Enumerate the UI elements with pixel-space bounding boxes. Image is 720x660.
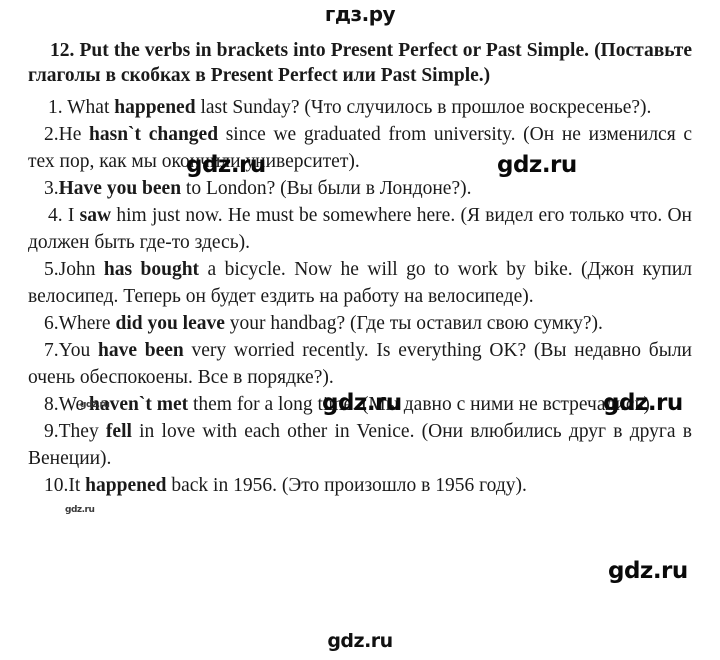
item-text-pre: I: [67, 205, 80, 226]
item-number: 6.: [44, 313, 59, 334]
item-text-pre: John: [58, 259, 104, 280]
item-number: 5.: [44, 259, 59, 280]
item-number: 1.: [48, 97, 63, 118]
answer-item-2: 2.He hasn`t changed since we graduated f…: [28, 121, 692, 175]
answer-item-5: 5.John has bought a bicycle. Now he will…: [28, 256, 692, 310]
item-answer: happened: [114, 97, 196, 118]
answer-item-1: 1. What happened last Sunday? (Что случи…: [28, 94, 692, 121]
exercise-title: 12. Put the verbs in brackets into Prese…: [28, 38, 692, 88]
item-text-post: back in 1956. (Это произошло в 1956 году…: [166, 475, 527, 496]
item-text-pre: He: [58, 124, 90, 145]
item-text-pre: They: [58, 421, 106, 442]
item-text-post: your handbag? (Где ты оставил свою сумку…: [224, 313, 603, 334]
item-number: 7.: [44, 340, 59, 361]
answer-item-3: 3.Have you been to London? (Вы были в Ло…: [28, 175, 692, 202]
item-answer: happened: [85, 475, 167, 496]
item-answer: saw: [79, 205, 112, 226]
item-answer: has bought: [103, 259, 200, 280]
site-logo-top: гдз.ру: [324, 2, 396, 26]
answer-item-4: 4. I saw him just now. He must be somewh…: [28, 202, 692, 256]
item-text-pre: What: [67, 97, 115, 118]
answer-item-10: 10.It happened back in 1956. (Это произо…: [28, 472, 692, 499]
item-number: 3.: [44, 178, 59, 199]
item-text-pre: You: [58, 340, 98, 361]
item-text-post: them for a long time. (Мы давно с ними н…: [188, 394, 655, 415]
item-number: 4.: [48, 205, 63, 226]
watermark-gdz-small-2: gdz.ru: [65, 505, 95, 515]
item-text-post: last Sunday? (Что случилось в прошлое во…: [195, 97, 652, 118]
item-answer: hasn`t changed: [89, 124, 219, 145]
item-number: 9.: [44, 421, 59, 442]
answer-item-6: 6.Where did you leave your handbag? (Где…: [28, 310, 692, 337]
item-answer: haven`t met: [89, 394, 189, 415]
answer-item-8: 8.We haven`t met them for a long time. (…: [28, 391, 692, 418]
item-answer: fell: [105, 421, 132, 442]
item-text-pre: Where: [58, 313, 116, 334]
item-text-post: him just now. He must be somewhere here.…: [28, 205, 692, 253]
answer-item-9: 9.They fell in love with each other in V…: [28, 418, 692, 472]
item-answer: did you leave: [115, 313, 225, 334]
exercise-page: 12. Put the verbs in brackets into Prese…: [28, 38, 692, 499]
item-answer: have been: [98, 340, 184, 361]
item-answer: Have you been: [58, 178, 182, 199]
item-text-post: to London? (Вы были в Лондоне?).: [181, 178, 472, 199]
item-text-pre: We: [58, 394, 89, 415]
item-number: 10.: [44, 475, 69, 496]
item-number: 2.: [44, 124, 59, 145]
watermark-gdz-5: gdz.ru: [608, 558, 688, 584]
item-number: 8.: [44, 394, 59, 415]
exercise-title-en: Put the verbs in brackets into Present P…: [79, 40, 589, 61]
site-logo-bottom: gdz.ru: [327, 630, 393, 652]
answer-item-7: 7.You have been very worried recently. I…: [28, 337, 692, 391]
item-text-pre: It: [68, 475, 86, 496]
exercise-number: 12.: [50, 40, 75, 61]
